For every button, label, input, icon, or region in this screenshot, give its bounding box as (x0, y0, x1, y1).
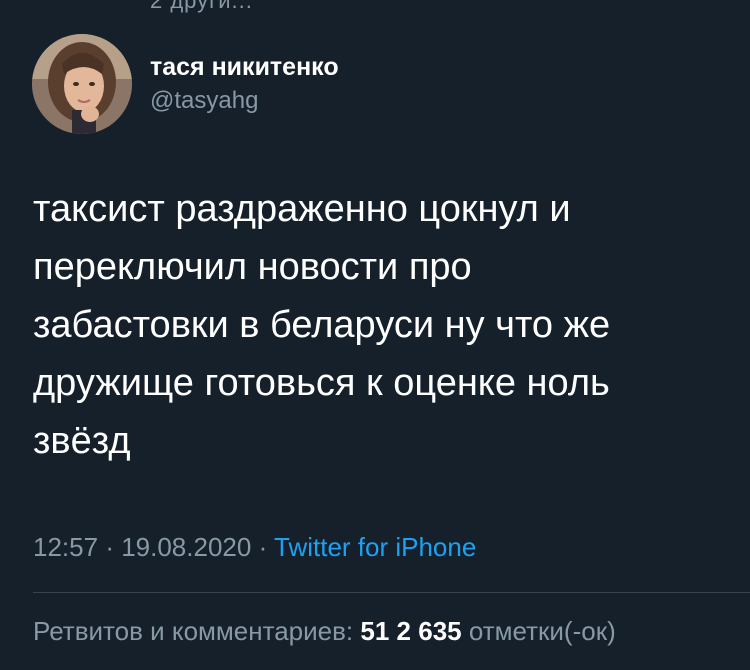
tweet-text-line: переключил новости про (33, 246, 472, 288)
display-name[interactable]: тася никитенко (150, 52, 339, 82)
meta-separator: · (258, 532, 274, 562)
retweets-label: Ретвитов и комментариев: (33, 616, 354, 646)
tweet-text: таксист раздраженно цокнул и переключил … (33, 180, 723, 470)
likes-count[interactable]: 2 635 (397, 616, 462, 646)
tweet-stats: Ретвитов и комментариев: 51 2 635 отметк… (33, 616, 616, 647)
tweet-source-link[interactable]: Twitter for iPhone (274, 532, 476, 562)
tweet-meta: 12:57 · 19.08.2020 · Twitter for iPhone (33, 532, 476, 563)
tweet-text-line: звёзд (33, 420, 131, 462)
user-handle[interactable]: @tasyahg (150, 86, 339, 116)
tweet-text-line: таксист раздраженно цокнул и (33, 188, 571, 230)
tweet-text-line: дружище готовься к оценке ноль (33, 362, 610, 404)
avatar-photo-icon (32, 34, 132, 134)
previous-item-fragment: 2 други... (150, 0, 253, 13)
avatar[interactable] (32, 34, 132, 134)
divider (33, 592, 750, 593)
tweet-header: тася никитенко @tasyahg (32, 34, 339, 134)
user-names: тася никитенко @tasyahg (150, 52, 339, 116)
likes-label[interactable]: отметки(-ок) (469, 616, 616, 646)
tweet-time[interactable]: 12:57 (33, 532, 98, 562)
meta-separator: · (105, 532, 122, 562)
retweets-count[interactable]: 51 (360, 616, 389, 646)
tweet-text-line: забастовки в беларуси ну что же (33, 304, 611, 346)
tweet-date[interactable]: 19.08.2020 (121, 532, 251, 562)
